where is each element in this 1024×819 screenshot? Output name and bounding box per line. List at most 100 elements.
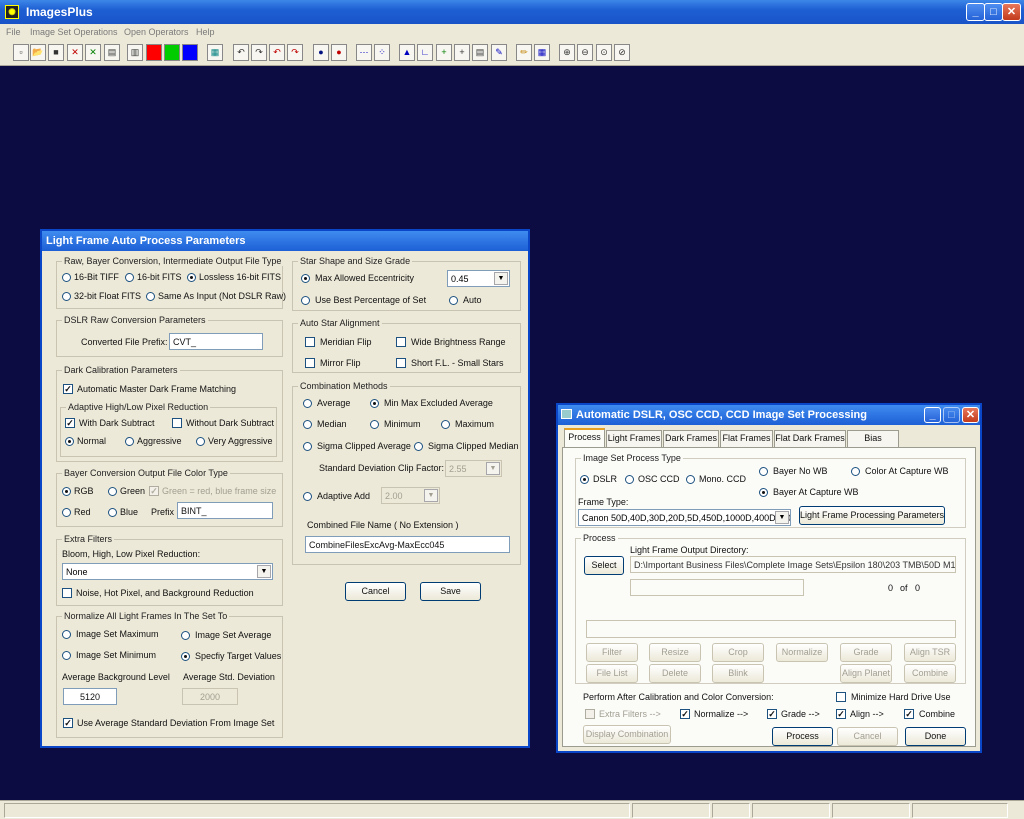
pencil-icon[interactable]: ✏ [516,44,532,61]
bloom-reduction-select[interactable]: None ▼ [62,563,273,580]
points-icon[interactable]: ⁘ [374,44,390,61]
zoom-fit-icon[interactable]: ⊙ [596,44,612,61]
radio-aggressive[interactable] [125,437,134,446]
save-icon[interactable]: ■ [48,44,64,61]
radio-image-set-minimum[interactable] [62,651,71,660]
tab-process[interactable]: Process [564,428,605,448]
star-select-icon[interactable]: ● [313,44,329,61]
radio-green[interactable] [108,487,117,496]
zoom-actual-icon[interactable]: ⊘ [614,44,630,61]
without-dark-subtract-checkbox[interactable] [172,418,182,428]
radio-best-percentage[interactable] [301,296,310,305]
file-list-button[interactable]: File List [586,664,638,683]
align-checkbox[interactable]: ✓ [836,709,846,719]
zoom-out-icon[interactable]: ⊖ [577,44,593,61]
green-rb-size-checkbox[interactable]: ✓ [149,486,159,496]
radio-normal[interactable] [65,437,74,446]
filter-button[interactable]: Filter [586,643,638,662]
cancel-button[interactable]: Cancel [837,727,898,746]
star-mark-icon[interactable]: ● [331,44,347,61]
display-combination-button[interactable]: Display Combination [583,725,671,744]
align-planet-button[interactable]: Align Planet [840,664,892,683]
radio-adaptive-add[interactable] [303,492,312,501]
combined-filename-input[interactable]: CombineFilesExcAvg-MaxEcc045 [305,536,510,553]
delete-button[interactable]: Delete [649,664,701,683]
crop-button[interactable]: Crop [712,643,764,662]
radio-lossless-16bit-fits[interactable] [187,273,196,282]
angle-icon[interactable]: ∟ [417,44,433,61]
radio-very-aggressive[interactable] [196,437,205,446]
extra-filters-checkbox[interactable] [585,709,595,719]
new-icon[interactable]: ▫ [13,44,29,61]
close-button[interactable]: ✕ [1002,3,1021,21]
close-button[interactable]: ✕ [962,407,979,423]
radio-osc-ccd[interactable] [625,475,634,484]
normalize-checkbox[interactable]: ✓ [680,709,690,719]
rgb-channels-icon[interactable]: ▥ [127,44,143,61]
combine-checkbox[interactable]: ✓ [904,709,914,719]
tab-light-frames[interactable]: Light Frames [606,430,662,447]
radio-bayer-at-capture-wb[interactable] [759,488,768,497]
maximize-button[interactable]: □ [984,3,1003,21]
redo-red-icon[interactable]: ↷ [287,44,303,61]
radio-blue[interactable] [108,508,117,517]
radio-red[interactable] [62,508,71,517]
menu-file[interactable]: File [6,27,21,37]
mirror-flip-checkbox[interactable] [305,358,315,368]
align-tsr-button[interactable]: Align TSR [904,643,956,662]
minimize-hd-checkbox[interactable] [836,692,846,702]
radio-rgb[interactable] [62,487,71,496]
radio-32bit-float-fits[interactable] [62,292,71,301]
background-level-input[interactable]: 5120 [63,688,117,705]
blue-channel-icon[interactable] [182,44,198,61]
matrix-icon[interactable]: ▦ [534,44,550,61]
radio-sigma-clipped-median[interactable] [414,442,423,451]
bayer-prefix-input[interactable]: BINT_ [177,502,273,519]
radio-bayer-no-wb[interactable] [759,467,768,476]
cancel-button[interactable]: Cancel [345,582,406,601]
menu-image-set-operations[interactable]: Image Set Operations [30,27,118,37]
menu-open-operators[interactable]: Open Operators [124,27,189,37]
select-directory-button[interactable]: Select [584,556,624,575]
tab-flat-dark-frames[interactable]: Flat Dark Frames [774,430,846,447]
adaptive-add-select[interactable]: 2.00 ▼ [381,487,440,504]
radio-sigma-clipped-average[interactable] [303,442,312,451]
short-fl-checkbox[interactable] [396,358,406,368]
undo-icon[interactable]: ↶ [233,44,249,61]
radio-image-set-maximum[interactable] [62,630,71,639]
dots-icon[interactable]: ⋯ [356,44,372,61]
std-deviation-input[interactable]: 2000 [182,688,238,705]
radio-max-eccentricity[interactable] [301,274,310,283]
radio-dslr[interactable] [580,475,589,484]
radio-color-at-capture-wb[interactable] [851,467,860,476]
delete-red-x-icon[interactable]: ✕ [67,44,83,61]
radio-16bit-tiff[interactable] [62,273,71,282]
auto-dark-match-checkbox[interactable]: ✓ [63,384,73,394]
grid-icon[interactable]: ▦ [207,44,223,61]
clip-factor-select[interactable]: 2.55 ▼ [445,460,502,477]
radio-image-set-average[interactable] [181,631,190,640]
blink-button[interactable]: Blink [712,664,764,683]
delete-green-x-icon[interactable]: ✕ [85,44,101,61]
grade-button[interactable]: Grade [840,643,892,662]
tab-dark-frames[interactable]: Dark Frames [663,430,719,447]
radio-specify-target-values[interactable] [181,652,190,661]
radio-16bit-fits[interactable] [125,273,134,282]
undo-red-icon[interactable]: ↶ [269,44,285,61]
radio-same-as-input[interactable] [146,292,155,301]
noise-reduction-checkbox[interactable] [62,588,72,598]
radio-minimum[interactable] [370,420,379,429]
palette-icon[interactable]: ✎ [491,44,507,61]
crosshair-icon[interactable]: + [454,44,470,61]
minimize-button[interactable]: _ [966,3,985,21]
menu-help[interactable]: Help [196,27,215,37]
green-channel-icon[interactable] [164,44,180,61]
frame-type-select[interactable]: Canon 50D,40D,30D,20D,5D,450D,1000D,400D… [578,509,791,526]
minimize-button[interactable]: _ [924,407,941,423]
grade-checkbox[interactable]: ✓ [767,709,777,719]
radio-median[interactable] [303,420,312,429]
with-dark-subtract-checkbox[interactable]: ✓ [65,418,75,428]
meridian-flip-checkbox[interactable] [305,337,315,347]
save-button[interactable]: Save [420,582,481,601]
radio-mono-ccd[interactable] [686,475,695,484]
